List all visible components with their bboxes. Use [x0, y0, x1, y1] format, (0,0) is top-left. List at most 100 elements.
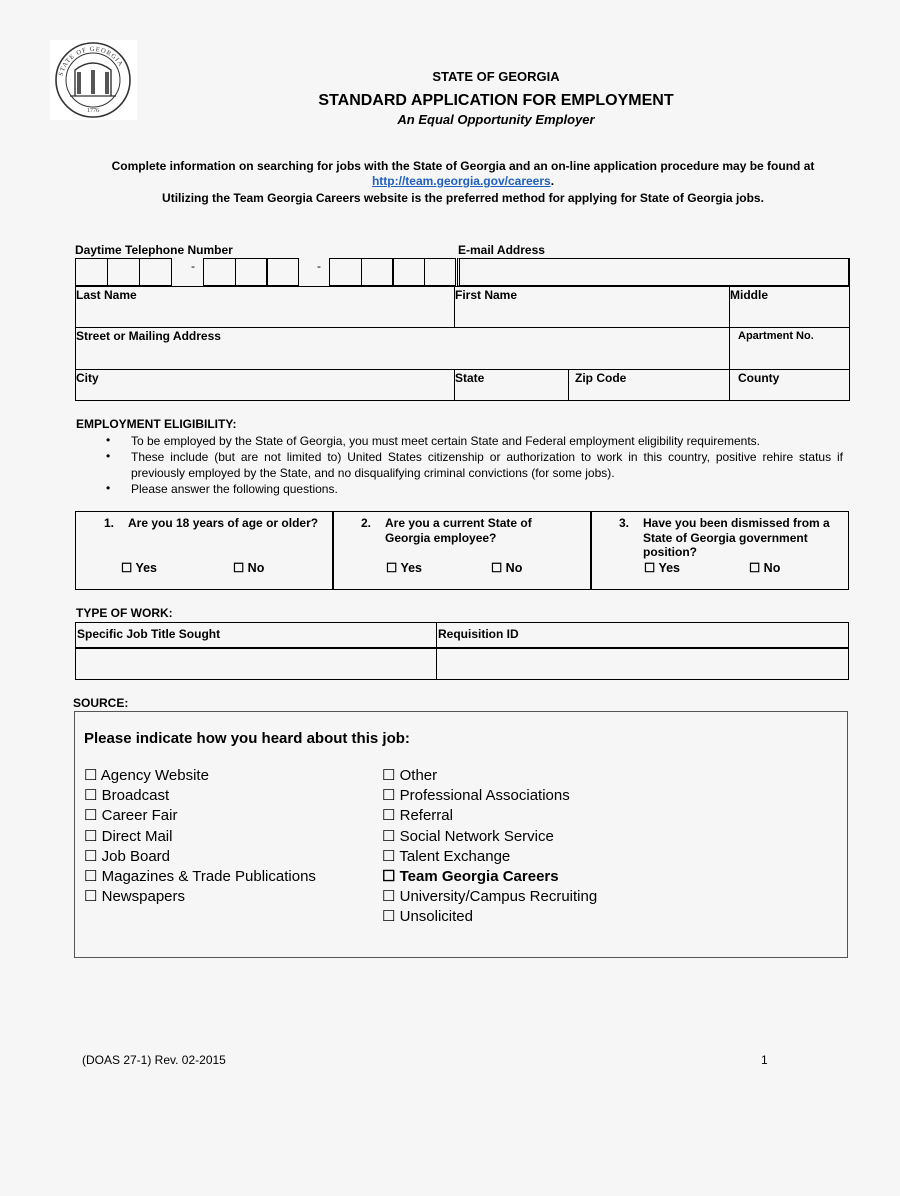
city-label: City — [76, 371, 99, 385]
bullet-icon: • — [106, 449, 111, 463]
street-label: Street or Mailing Address — [76, 329, 221, 343]
first-name-label: First Name — [455, 288, 518, 302]
first-name-field[interactable]: First Name — [455, 287, 729, 327]
question-number: 1. — [104, 516, 115, 530]
phone-digit-box[interactable] — [424, 258, 456, 286]
type-of-work-heading: TYPE OF WORK: — [76, 606, 173, 620]
source-option-talent-exchange[interactable]: ☐ Talent Exchange — [382, 847, 510, 867]
q2-yes-checkbox[interactable]: ☐ Yes — [386, 560, 422, 575]
source-option-label: Unsolicited — [399, 908, 473, 926]
checkbox-icon[interactable]: ☐ — [84, 868, 97, 885]
checkbox-icon[interactable]: ☐ — [382, 848, 395, 865]
source-option-unsolicited[interactable]: ☐ Unsolicited — [382, 907, 473, 927]
source-option-label: Job Board — [101, 847, 171, 865]
checkbox-icon[interactable]: ☐ — [382, 828, 395, 845]
intro-link-line: http://team.georgia.gov/careers. — [13, 174, 900, 188]
phone-digit-box[interactable] — [329, 258, 362, 286]
phone-digit-box[interactable] — [139, 258, 172, 286]
source-option-magazines-trade-publications[interactable]: ☐ Magazines & Trade Publications — [84, 867, 316, 887]
source-option-label: Referral — [399, 807, 453, 825]
source-option-label: Magazines & Trade Publications — [101, 868, 316, 885]
source-option-label: Talent Exchange — [399, 847, 511, 865]
email-label: E-mail Address — [458, 243, 545, 257]
source-option-label: University/Campus Recruiting — [399, 888, 598, 906]
source-option-professional-associations[interactable]: ☐ Professional Associations — [382, 786, 570, 806]
phone-digit-box[interactable] — [266, 258, 299, 286]
phone-digit-box[interactable] — [107, 258, 140, 286]
source-option-label: Other — [399, 767, 438, 784]
checkbox-icon[interactable]: ☐ — [84, 807, 97, 824]
careers-link[interactable]: http://team.georgia.gov/careers — [372, 174, 551, 188]
intro-text: Complete information on searching for jo… — [111, 159, 815, 173]
middle-name-field[interactable]: Middle — [730, 287, 849, 327]
page-title: STANDARD APPLICATION FOR EMPLOYMENT — [318, 92, 674, 109]
source-option-other[interactable]: ☐ Other — [382, 766, 437, 786]
question-text: Have you been dismissed from a State of … — [643, 516, 830, 559]
page-subtitle: An Equal Opportunity Employer — [397, 112, 595, 127]
source-option-team-georgia-careers[interactable]: ☐ Team Georgia Careers — [382, 867, 559, 887]
source-option-broadcast[interactable]: ☐ Broadcast — [84, 786, 169, 806]
source-option-label: Broadcast — [101, 787, 170, 805]
apartment-label: Apartment No. — [738, 330, 814, 342]
source-option-referral[interactable]: ☐ Referral — [382, 806, 453, 826]
source-option-job-board[interactable]: ☐ Job Board — [84, 847, 170, 867]
phone-digit-box[interactable] — [392, 258, 425, 286]
source-option-university-campus-recruiting[interactable]: ☐ University/Campus Recruiting — [382, 887, 597, 907]
street-address-field[interactable]: Street or Mailing Address — [76, 328, 729, 369]
phone-digit-box[interactable] — [75, 258, 108, 286]
q3-yes-checkbox[interactable]: ☐ Yes — [644, 560, 680, 575]
question-number: 3. — [619, 516, 630, 530]
source-option-label: Newspapers — [101, 888, 185, 906]
phone-label: Daytime Telephone Number — [75, 243, 233, 257]
q2-no-checkbox[interactable]: ☐ No — [491, 560, 522, 575]
checkbox-icon[interactable]: ☐ — [382, 787, 395, 804]
source-option-agency-website[interactable]: ☐ Agency Website — [84, 766, 209, 786]
checkbox-icon[interactable]: ☐ — [382, 767, 395, 784]
source-option-career-fair[interactable]: ☐ Career Fair — [84, 806, 177, 826]
county-field[interactable]: County — [730, 370, 849, 400]
last-name-field[interactable]: Last Name — [76, 287, 454, 327]
city-field[interactable]: City — [76, 370, 454, 400]
source-option-label: Team Georgia Careers — [399, 868, 559, 885]
eligibility-heading: EMPLOYMENT ELIGIBILITY: — [76, 417, 237, 431]
zip-code-field[interactable]: Zip Code — [569, 370, 729, 400]
job-title-field[interactable] — [77, 649, 435, 678]
divider — [590, 511, 592, 590]
apartment-field[interactable]: Apartment No. — [730, 328, 849, 369]
zip-label: Zip Code — [575, 371, 627, 385]
source-option-direct-mail[interactable]: ☐ Direct Mail — [84, 827, 172, 847]
q1-yes-checkbox[interactable]: ☐ Yes — [121, 560, 157, 575]
requisition-id-label: Requisition ID — [438, 627, 519, 641]
bullet-icon: • — [106, 433, 111, 447]
source-option-newspapers[interactable]: ☐ Newspapers — [84, 887, 185, 907]
checkbox-icon[interactable]: ☐ — [84, 787, 97, 804]
eligibility-bullet: Please answer the following questions. — [131, 482, 338, 496]
source-option-label: Direct Mail — [101, 827, 173, 845]
checkbox-icon[interactable]: ☐ — [382, 807, 395, 824]
checkbox-icon[interactable]: ☐ — [84, 828, 97, 845]
middle-label: Middle — [730, 288, 768, 302]
phone-digit-box[interactable] — [361, 258, 394, 286]
header-state: STATE OF GEORGIA — [432, 69, 560, 84]
divider — [75, 400, 850, 401]
email-field[interactable] — [457, 258, 849, 286]
form-id: (DOAS 27-1) Rev. 02-2015 — [82, 1053, 226, 1067]
last-name-label: Last Name — [76, 288, 137, 302]
checkbox-icon[interactable]: ☐ — [84, 888, 97, 905]
checkbox-icon[interactable]: ☐ — [382, 908, 395, 925]
state-field[interactable]: State — [455, 370, 568, 400]
requisition-id-field[interactable] — [438, 649, 847, 678]
q1-no-checkbox[interactable]: ☐ No — [233, 560, 264, 575]
source-option-social-network-service[interactable]: ☐ Social Network Service — [382, 827, 554, 847]
question-text: Are you 18 years of age or older? — [128, 516, 319, 530]
phone-digit-box[interactable] — [203, 258, 236, 286]
checkbox-icon[interactable]: ☐ — [382, 888, 395, 905]
checkbox-icon[interactable]: ☐ — [84, 848, 97, 865]
checkbox-icon[interactable]: ☐ — [84, 767, 97, 784]
q3-no-checkbox[interactable]: ☐ No — [749, 560, 780, 575]
phone-digit-box[interactable] — [235, 258, 268, 286]
job-title-label: Specific Job Title Sought — [77, 627, 221, 641]
page-number: 1 — [761, 1053, 768, 1067]
source-option-label: Career Fair — [101, 807, 178, 825]
checkbox-icon[interactable]: ☐ — [382, 868, 395, 885]
